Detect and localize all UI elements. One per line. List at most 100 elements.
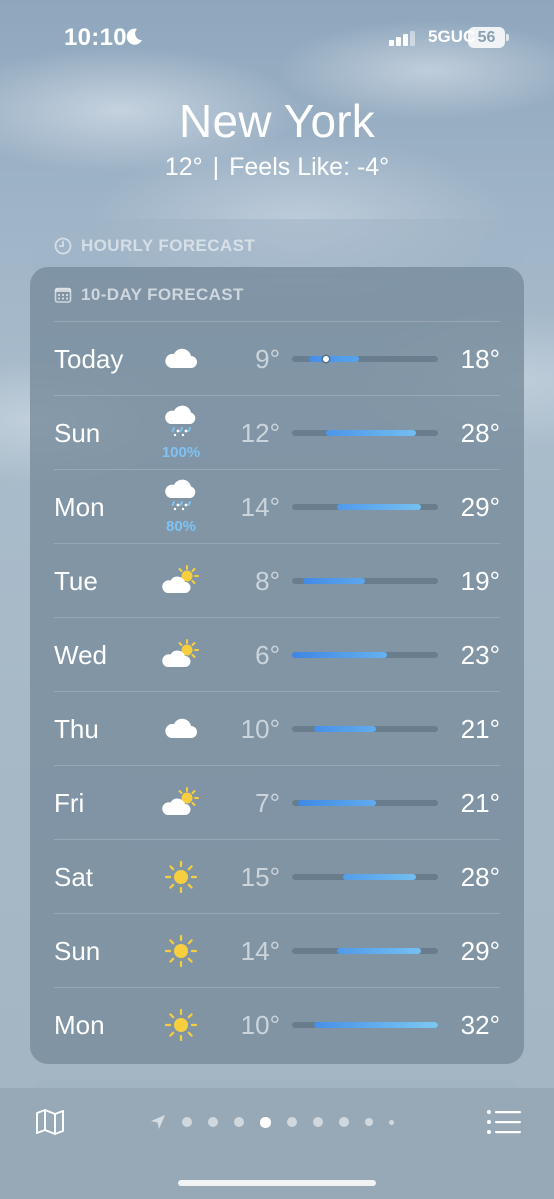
status-bar: 10:10 5GUC 56 <box>0 0 554 76</box>
list-icon[interactable] <box>486 1108 522 1136</box>
temperature-range-fill <box>308 356 360 362</box>
cloud-icon <box>165 718 197 738</box>
temperature-range-fill <box>336 948 422 954</box>
hourly-forecast-header: HOURLY FORECAST <box>54 236 255 256</box>
temperature-range-bar <box>292 800 438 806</box>
forecast-row-mon[interactable]: Mon 80% 14° 29° <box>30 470 524 544</box>
low-temperature: 10° <box>240 714 280 744</box>
temperature-range-fill <box>314 726 377 732</box>
cloud-icon <box>165 348 197 368</box>
condition <box>156 766 206 840</box>
page-dot <box>365 1118 373 1126</box>
ten-day-forecast-card[interactable]: 10-DAY FORECAST Today 9° 18° Sun 100% 12° 28° M… <box>30 267 524 1064</box>
high-temperature: 32° <box>460 1010 500 1040</box>
forecast-row-today[interactable]: Today 9° 18° <box>30 322 524 396</box>
low-temperature: 14° <box>240 936 280 966</box>
partly-sunny-icon <box>162 787 199 815</box>
day-label: Sun <box>54 418 101 448</box>
day-label: Mon <box>54 492 105 522</box>
current-conditions: 12° | Feels Like: -4° <box>0 153 554 182</box>
low-temperature: 6° <box>255 640 280 670</box>
condition <box>156 322 206 396</box>
page-dot-active <box>260 1116 271 1128</box>
precipitation-chance: 80% <box>165 518 197 535</box>
city-name: New York <box>179 95 375 147</box>
map-icon[interactable] <box>34 1106 66 1138</box>
temperature-range-bar <box>292 578 438 584</box>
sun-icon <box>164 1008 198 1041</box>
high-temperature: 28° <box>460 418 500 448</box>
low-temperature: 15° <box>240 862 280 892</box>
temperature-range-bar <box>292 874 438 880</box>
condition: 100% <box>156 396 206 470</box>
forecast-row-thu[interactable]: Thu 10° 21° <box>30 692 524 766</box>
high-temperature: 21° <box>460 788 500 818</box>
status-time: 10:10 <box>64 24 127 51</box>
partly-sunny-icon <box>162 639 199 667</box>
forecast-row-tue[interactable]: Tue 8° 19° <box>30 544 524 618</box>
ten-day-forecast-title: 10-DAY FORECAST <box>81 285 244 304</box>
ten-day-forecast-header: 10-DAY FORECAST <box>54 285 244 305</box>
temperature-range-bar <box>292 726 438 732</box>
signal-icon <box>389 31 415 46</box>
forecast-row-sun[interactable]: Sun 100% 12° 28° <box>30 396 524 470</box>
day-label: Thu <box>54 714 99 744</box>
temperature-range-bar <box>292 652 438 658</box>
temperature-range-bar <box>292 356 438 362</box>
day-label: Tue <box>54 566 98 596</box>
condition <box>156 544 206 618</box>
battery-level: 56 <box>468 27 505 48</box>
high-temperature: 19° <box>460 566 500 596</box>
clock-icon <box>54 237 72 255</box>
page-dot <box>287 1117 297 1127</box>
page-indicator[interactable] <box>150 1112 394 1132</box>
forecast-row-sun[interactable]: Sun 14° 29° <box>30 914 524 988</box>
sleet-icon <box>165 479 196 511</box>
page-dot <box>234 1117 244 1127</box>
current-temperature-dot <box>322 356 329 362</box>
temperature-range-fill <box>336 504 422 510</box>
separator: | <box>212 153 220 181</box>
low-temperature: 8° <box>255 566 280 596</box>
condition <box>156 988 206 1062</box>
precipitation-chance: 100% <box>161 444 201 461</box>
forecast-row-mon[interactable]: Mon 10° 32° <box>30 988 524 1062</box>
home-indicator[interactable] <box>178 1180 376 1186</box>
temperature-range-bar <box>292 1022 438 1028</box>
location-arrow-icon <box>151 1115 165 1129</box>
condition: 80% <box>156 470 206 544</box>
temperature-range-bar <box>292 948 438 954</box>
day-label: Sun <box>54 936 101 966</box>
page-dot <box>208 1117 218 1127</box>
forecast-row-wed[interactable]: Wed 6° 23° <box>30 618 524 692</box>
page-dot <box>339 1117 349 1127</box>
page-dot <box>389 1119 394 1125</box>
temperature-range-fill <box>303 578 365 584</box>
day-label: Today <box>54 344 124 374</box>
page-dot <box>313 1117 323 1127</box>
day-label: Wed <box>54 640 107 670</box>
condition <box>156 618 206 692</box>
battery-indicator: 56 <box>468 27 510 48</box>
calendar-icon <box>54 287 72 303</box>
low-temperature: 7° <box>255 788 280 818</box>
day-label: Fri <box>54 788 85 818</box>
hourly-forecast-title: HOURLY FORECAST <box>81 236 256 255</box>
feels-like: Feels Like: -4° <box>229 153 390 181</box>
temperature-range-bar <box>292 430 438 436</box>
low-temperature: 12° <box>240 418 280 448</box>
forecast-row-fri[interactable]: Fri 7° 21° <box>30 766 524 840</box>
sun-icon <box>164 934 198 967</box>
forecast-row-sat[interactable]: Sat 15° 28° <box>30 840 524 914</box>
partly-sunny-icon <box>162 565 199 593</box>
high-temperature: 18° <box>460 344 500 374</box>
sleet-icon <box>165 405 196 437</box>
day-label: Sat <box>54 862 94 892</box>
temperature-range-fill <box>292 652 388 658</box>
battery-tip <box>506 34 509 41</box>
temperature-range-fill <box>342 874 416 880</box>
page-dot <box>182 1117 192 1127</box>
high-temperature: 29° <box>460 492 500 522</box>
condition <box>156 840 206 914</box>
day-label: Mon <box>54 1010 105 1040</box>
